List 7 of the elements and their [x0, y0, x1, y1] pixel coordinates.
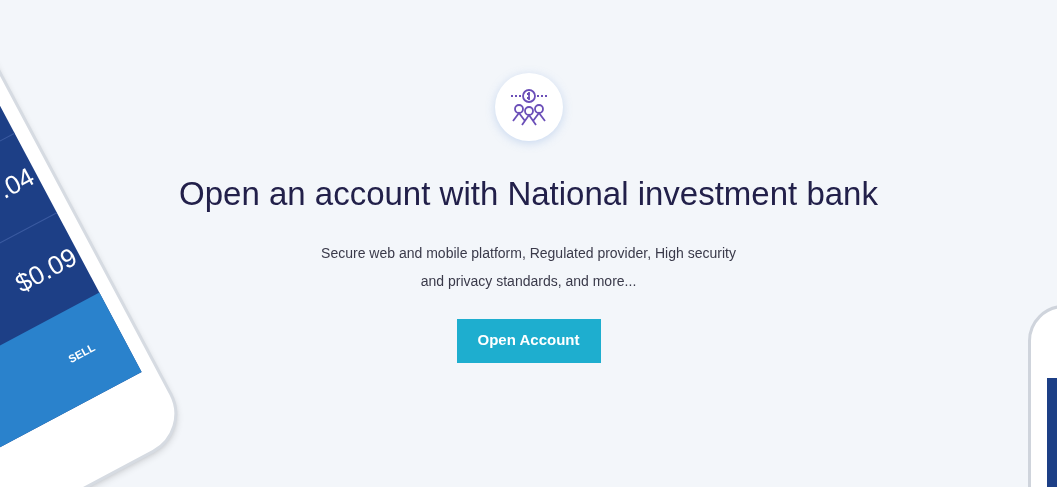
- open-account-button[interactable]: Open Account: [456, 318, 601, 363]
- hero-title: Open an account with National investment bank: [179, 174, 878, 214]
- hero-description: Secure web and mobile platform, Regulated provider, High security and privacy standards, and more...: [320, 243, 737, 291]
- price-value: .04: [0, 160, 40, 207]
- bank-people-icon: [494, 73, 563, 141]
- price-value: $0.09: [8, 240, 83, 301]
- sell-button[interactable]: SELL: [65, 339, 98, 367]
